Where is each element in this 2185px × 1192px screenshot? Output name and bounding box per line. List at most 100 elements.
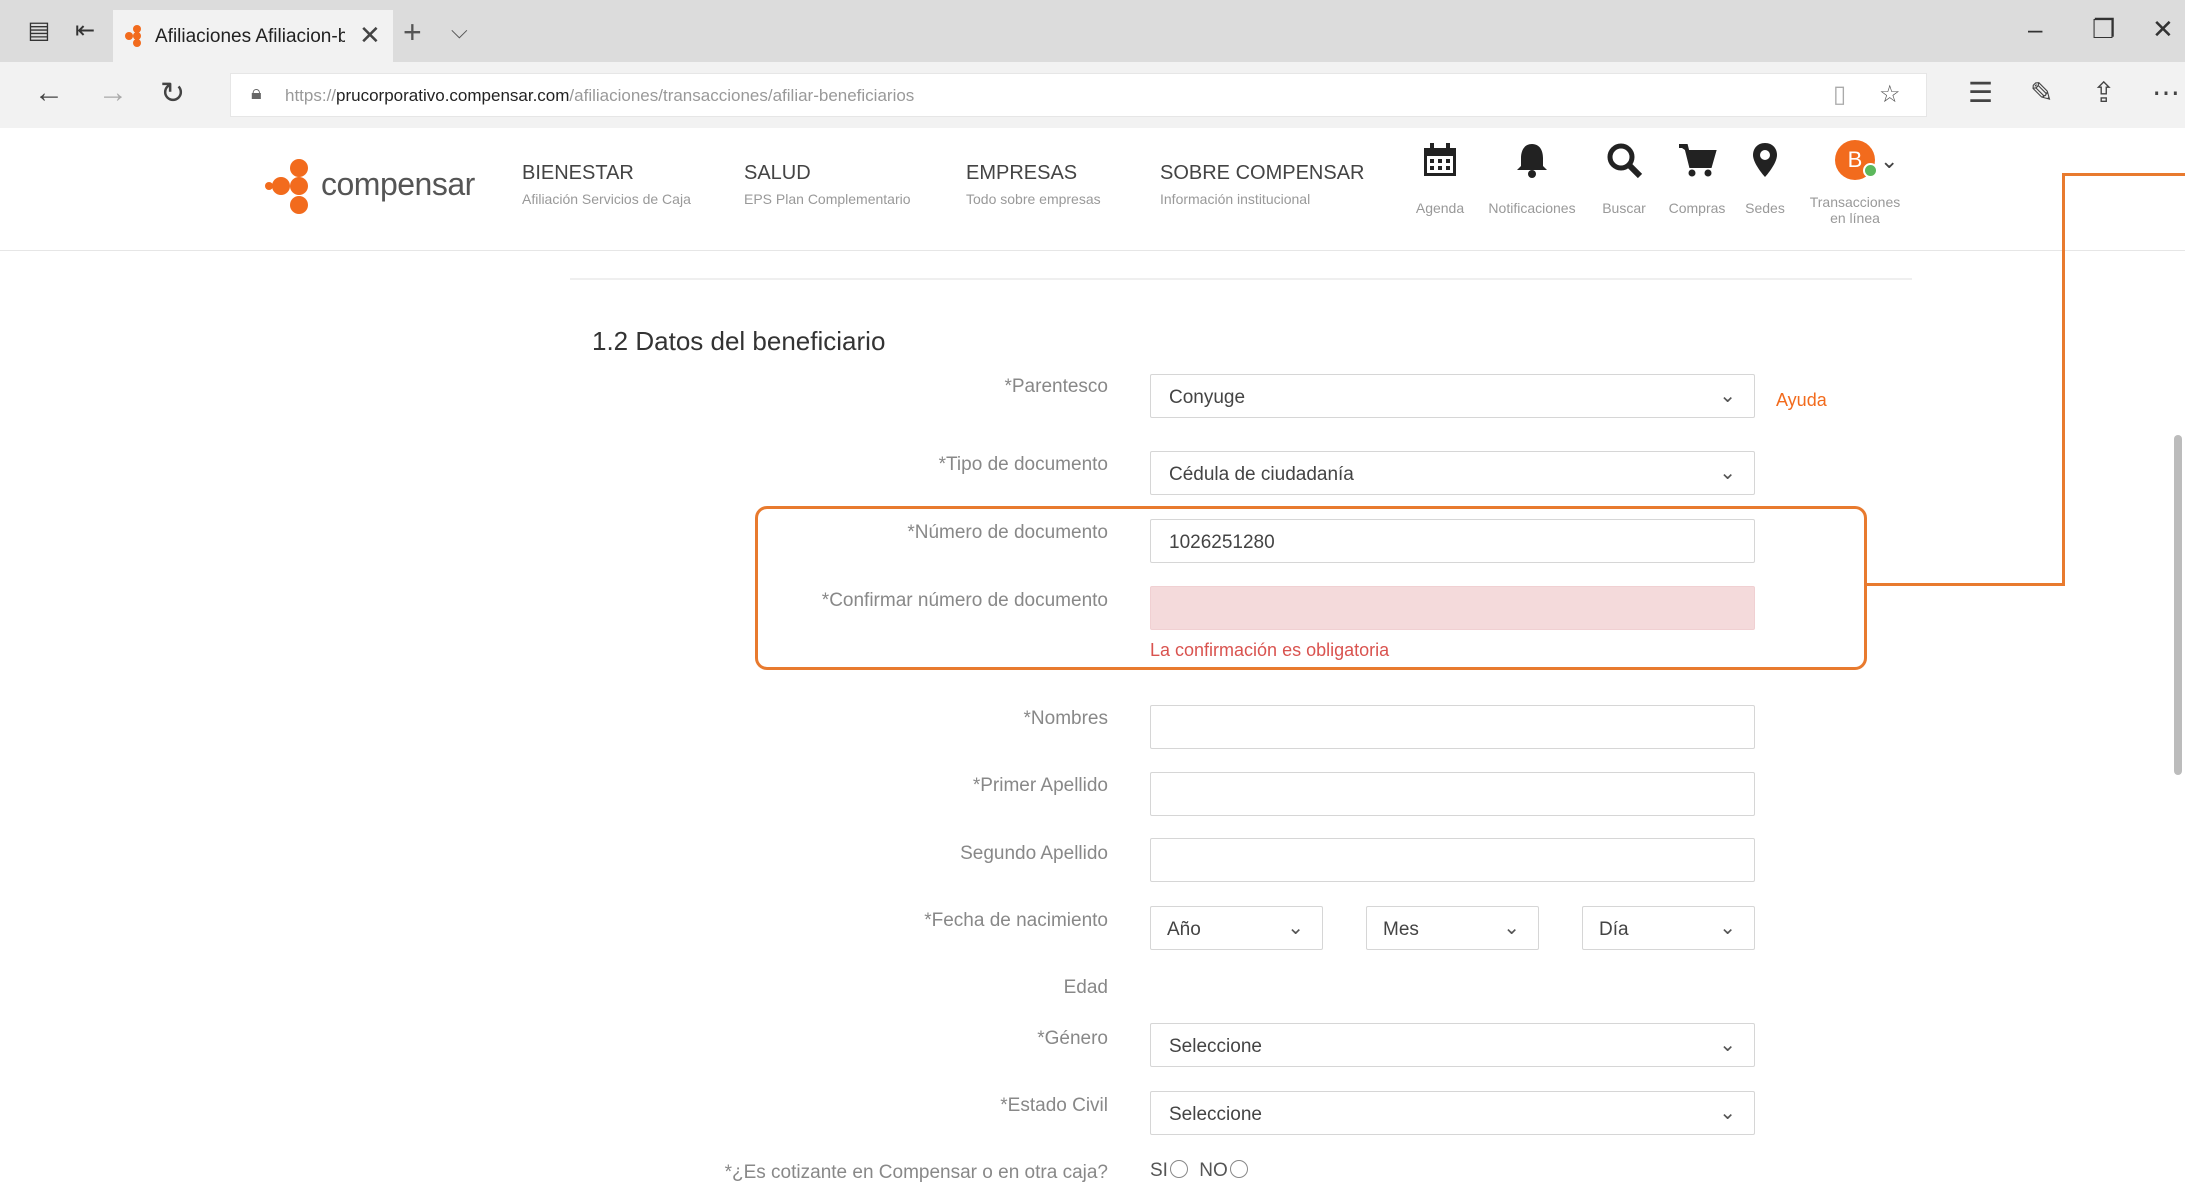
header-compras[interactable]: Compras (1662, 140, 1732, 216)
search-icon (1596, 140, 1652, 190)
birth-year-select[interactable]: Año ⌄ (1150, 906, 1323, 950)
user-label-line2: en línea (1830, 210, 1880, 226)
radio-no-label: NO (1199, 1160, 1228, 1181)
user-label: Transacciones en línea (1800, 194, 1910, 226)
radio-no[interactable] (1229, 1160, 1248, 1178)
favorites-list-icon[interactable]: ☰ (1968, 76, 1993, 109)
restore-icon[interactable]: ❐ (2092, 14, 2115, 45)
segundo-apellido-label: Segundo Apellido (960, 843, 1108, 864)
header-agenda[interactable]: Agenda (1412, 140, 1468, 216)
address-bar-row: ← → ↻ 🔒︎ https://prucorporativo.compensa… (0, 62, 2185, 129)
compensar-favicon-icon (125, 25, 141, 47)
header-icon-label: Agenda (1415, 200, 1465, 216)
genero-select[interactable]: Seleccione ⌄ (1150, 1023, 1755, 1067)
browser-tab[interactable]: Afiliaciones Afiliacion-b ✕ (113, 10, 393, 62)
help-link[interactable]: Ayuda (1776, 390, 1827, 411)
chevron-down-icon: ⌄ (1287, 917, 1304, 939)
user-label-line1: Transacciones (1809, 194, 1901, 210)
nav-sobre-compensar[interactable]: SOBRE COMPENSAR Información instituciona… (1160, 162, 1364, 207)
nav-title: BIENESTAR (522, 162, 634, 184)
url-input[interactable]: 🔒︎ https://prucorporativo.compensar.com/… (230, 73, 1927, 117)
page-scrollbar[interactable] (2174, 435, 2182, 775)
reading-view-icon[interactable]: ▯ (1833, 80, 1846, 109)
tipo-documento-select[interactable]: Cédula de ciudadanía ⌄ (1150, 451, 1755, 495)
chevron-down-icon: ⌄ (1719, 917, 1736, 939)
new-tab-button[interactable]: + (403, 14, 422, 51)
more-icon[interactable]: ⋯ (2152, 76, 2180, 109)
birth-day-value: Día (1599, 919, 1629, 940)
tab-title: Afiliaciones Afiliacion-b (155, 26, 345, 47)
header-notificaciones[interactable]: Notificaciones (1480, 140, 1584, 216)
nav-title: SOBRE COMPENSAR (1160, 162, 1365, 184)
genero-value: Seleccione (1169, 1036, 1262, 1057)
birth-month-value: Mes (1383, 919, 1419, 940)
fecha-nacimiento-label: *Fecha de nacimiento (924, 910, 1108, 931)
highlight-box (755, 506, 1867, 670)
online-status-dot (1863, 163, 1878, 178)
header-buscar[interactable]: Buscar (1596, 140, 1652, 216)
calendar-icon (1412, 140, 1468, 190)
favorite-star-icon[interactable]: ☆ (1879, 80, 1901, 109)
highlight-connector-line (2062, 173, 2185, 176)
header-icon-label: Notificaciones (1488, 200, 1576, 216)
nav-salud[interactable]: SALUD EPS Plan Complementario (744, 162, 911, 207)
chevron-down-icon: ⌄ (1503, 917, 1520, 939)
tipo-documento-label: *Tipo de documento (938, 454, 1108, 475)
primer-apellido-input[interactable] (1150, 772, 1755, 816)
birth-month-select[interactable]: Mes ⌄ (1366, 906, 1539, 950)
logo-text: compensar (321, 166, 475, 202)
tab-close-icon[interactable]: ✕ (359, 20, 381, 51)
close-icon[interactable]: ✕ (2152, 14, 2174, 45)
tab-actions-icon[interactable]: ▤ (24, 18, 54, 44)
pen-icon[interactable]: ✎ (2030, 76, 2053, 109)
parentesco-select[interactable]: Conyuge ⌄ (1150, 374, 1755, 418)
section-title: 1.2 Datos del beneficiario (592, 326, 886, 356)
back-arrow-icon[interactable]: ← (34, 76, 64, 110)
nav-subtitle: Información institucional (1160, 191, 1311, 207)
radio-yes[interactable] (1169, 1160, 1188, 1178)
cotizante-radio-group: SI NO (1150, 1160, 1254, 1182)
nav-empresas[interactable]: EMPRESAS Todo sobre empresas (966, 162, 1101, 207)
chevron-down-icon: ⌄ (1719, 1102, 1736, 1124)
chevron-down-icon: ⌄ (1719, 462, 1736, 484)
section-divider (570, 278, 1912, 280)
avatar[interactable]: B (1835, 140, 1878, 180)
nav-subtitle: EPS Plan Complementario (744, 191, 911, 207)
cotizante-label: *¿Es cotizante en Compensar o en otra ca… (724, 1162, 1108, 1183)
compensar-logo-icon (265, 159, 308, 214)
forward-arrow-icon[interactable]: → (98, 76, 128, 110)
estado-civil-select[interactable]: Seleccione ⌄ (1150, 1091, 1755, 1135)
primer-apellido-label: *Primer Apellido (972, 775, 1108, 796)
refresh-icon[interactable]: ↻ (160, 76, 185, 111)
edad-label: Edad (1063, 977, 1108, 998)
share-icon[interactable]: ⇪ (2092, 76, 2115, 109)
parentesco-label: *Parentesco (1004, 376, 1108, 397)
genero-label: *Género (1037, 1028, 1108, 1049)
segundo-apellido-input[interactable] (1150, 838, 1755, 882)
estado-civil-value: Seleccione (1169, 1104, 1262, 1125)
compensar-logo[interactable]: compensar (265, 158, 485, 218)
nav-bienestar[interactable]: BIENESTAR Afiliación Servicios de Caja (522, 162, 691, 207)
url-path: /afiliaciones/transacciones/afiliar-bene… (569, 86, 915, 105)
header-icon-label: Compras (1668, 200, 1726, 216)
highlight-connector-line (2062, 173, 2065, 586)
site-header: compensar BIENESTAR Afiliación Servicios… (0, 128, 2185, 251)
tab-back-icon[interactable]: ⇤ (70, 18, 100, 44)
birth-year-value: Año (1167, 919, 1201, 940)
browser-tab-bar: ▤ ⇤ Afiliaciones Afiliacion-b ✕ + ⌵ – ❐ … (0, 0, 2185, 62)
tipo-documento-value: Cédula de ciudadanía (1169, 464, 1354, 485)
bell-icon (1480, 140, 1584, 190)
minimize-icon[interactable]: – (2028, 14, 2042, 45)
header-sedes[interactable]: Sedes (1740, 140, 1790, 216)
header-icon-label: Sedes (1745, 200, 1785, 216)
birth-day-select[interactable]: Día ⌄ (1582, 906, 1755, 950)
nav-title: EMPRESAS (966, 162, 1078, 184)
chevron-down-icon: ⌄ (1719, 1034, 1736, 1056)
nombres-input[interactable] (1150, 705, 1755, 749)
lock-icon: 🔒︎ (251, 82, 262, 104)
header-icon-label: Buscar (1602, 200, 1646, 216)
location-pin-icon (1740, 140, 1790, 190)
avatar-initial: B (1847, 147, 1863, 172)
tab-list-chevron-icon[interactable]: ⌵ (451, 18, 468, 44)
chevron-down-icon[interactable]: ⌄ (1880, 148, 1898, 174)
